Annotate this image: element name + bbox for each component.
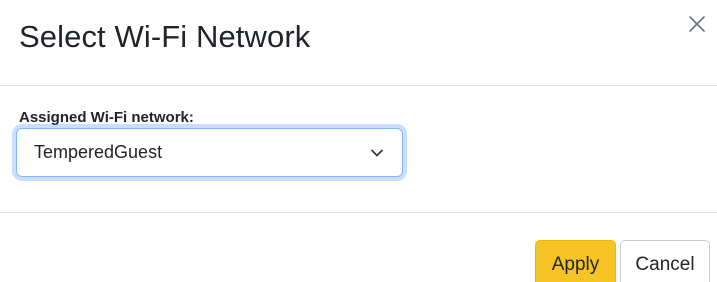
chevron-down-icon	[371, 149, 383, 157]
apply-button[interactable]: Apply	[535, 240, 616, 282]
dialog-header: Select Wi-Fi Network	[0, 0, 717, 86]
dialog-body: Assigned Wi-Fi network: TemperedGuest	[0, 86, 717, 213]
selected-network-value: TemperedGuest	[34, 142, 163, 162]
close-icon	[689, 16, 705, 32]
wifi-network-select[interactable]: TemperedGuest	[16, 128, 403, 177]
dialog-title: Select Wi-Fi Network	[19, 19, 311, 54]
wifi-network-label: Assigned Wi-Fi network:	[19, 109, 194, 126]
close-button[interactable]	[683, 10, 711, 38]
select-wifi-dialog: Select Wi-Fi Network Assigned Wi-Fi netw…	[0, 0, 717, 282]
cancel-button[interactable]: Cancel	[620, 240, 710, 282]
